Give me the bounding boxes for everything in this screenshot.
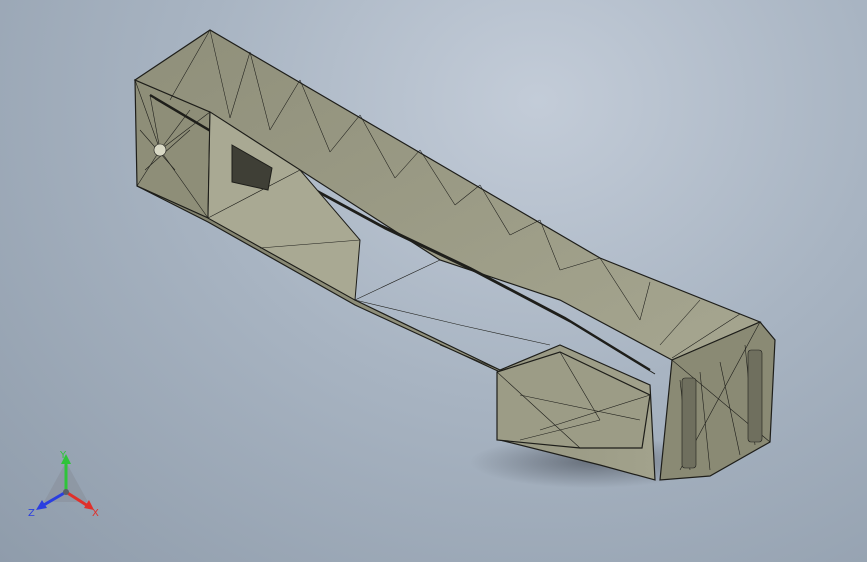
z-axis-label: Z bbox=[28, 508, 35, 519]
orientation-triad[interactable]: Y X Z bbox=[26, 448, 106, 520]
triad-origin bbox=[63, 489, 69, 495]
3d-part-model[interactable] bbox=[0, 0, 867, 562]
graphics-viewport[interactable]: Y X Z bbox=[0, 0, 867, 562]
front-block bbox=[496, 351, 651, 449]
y-axis-label: Y bbox=[59, 450, 67, 461]
x-axis-label: X bbox=[92, 508, 99, 519]
